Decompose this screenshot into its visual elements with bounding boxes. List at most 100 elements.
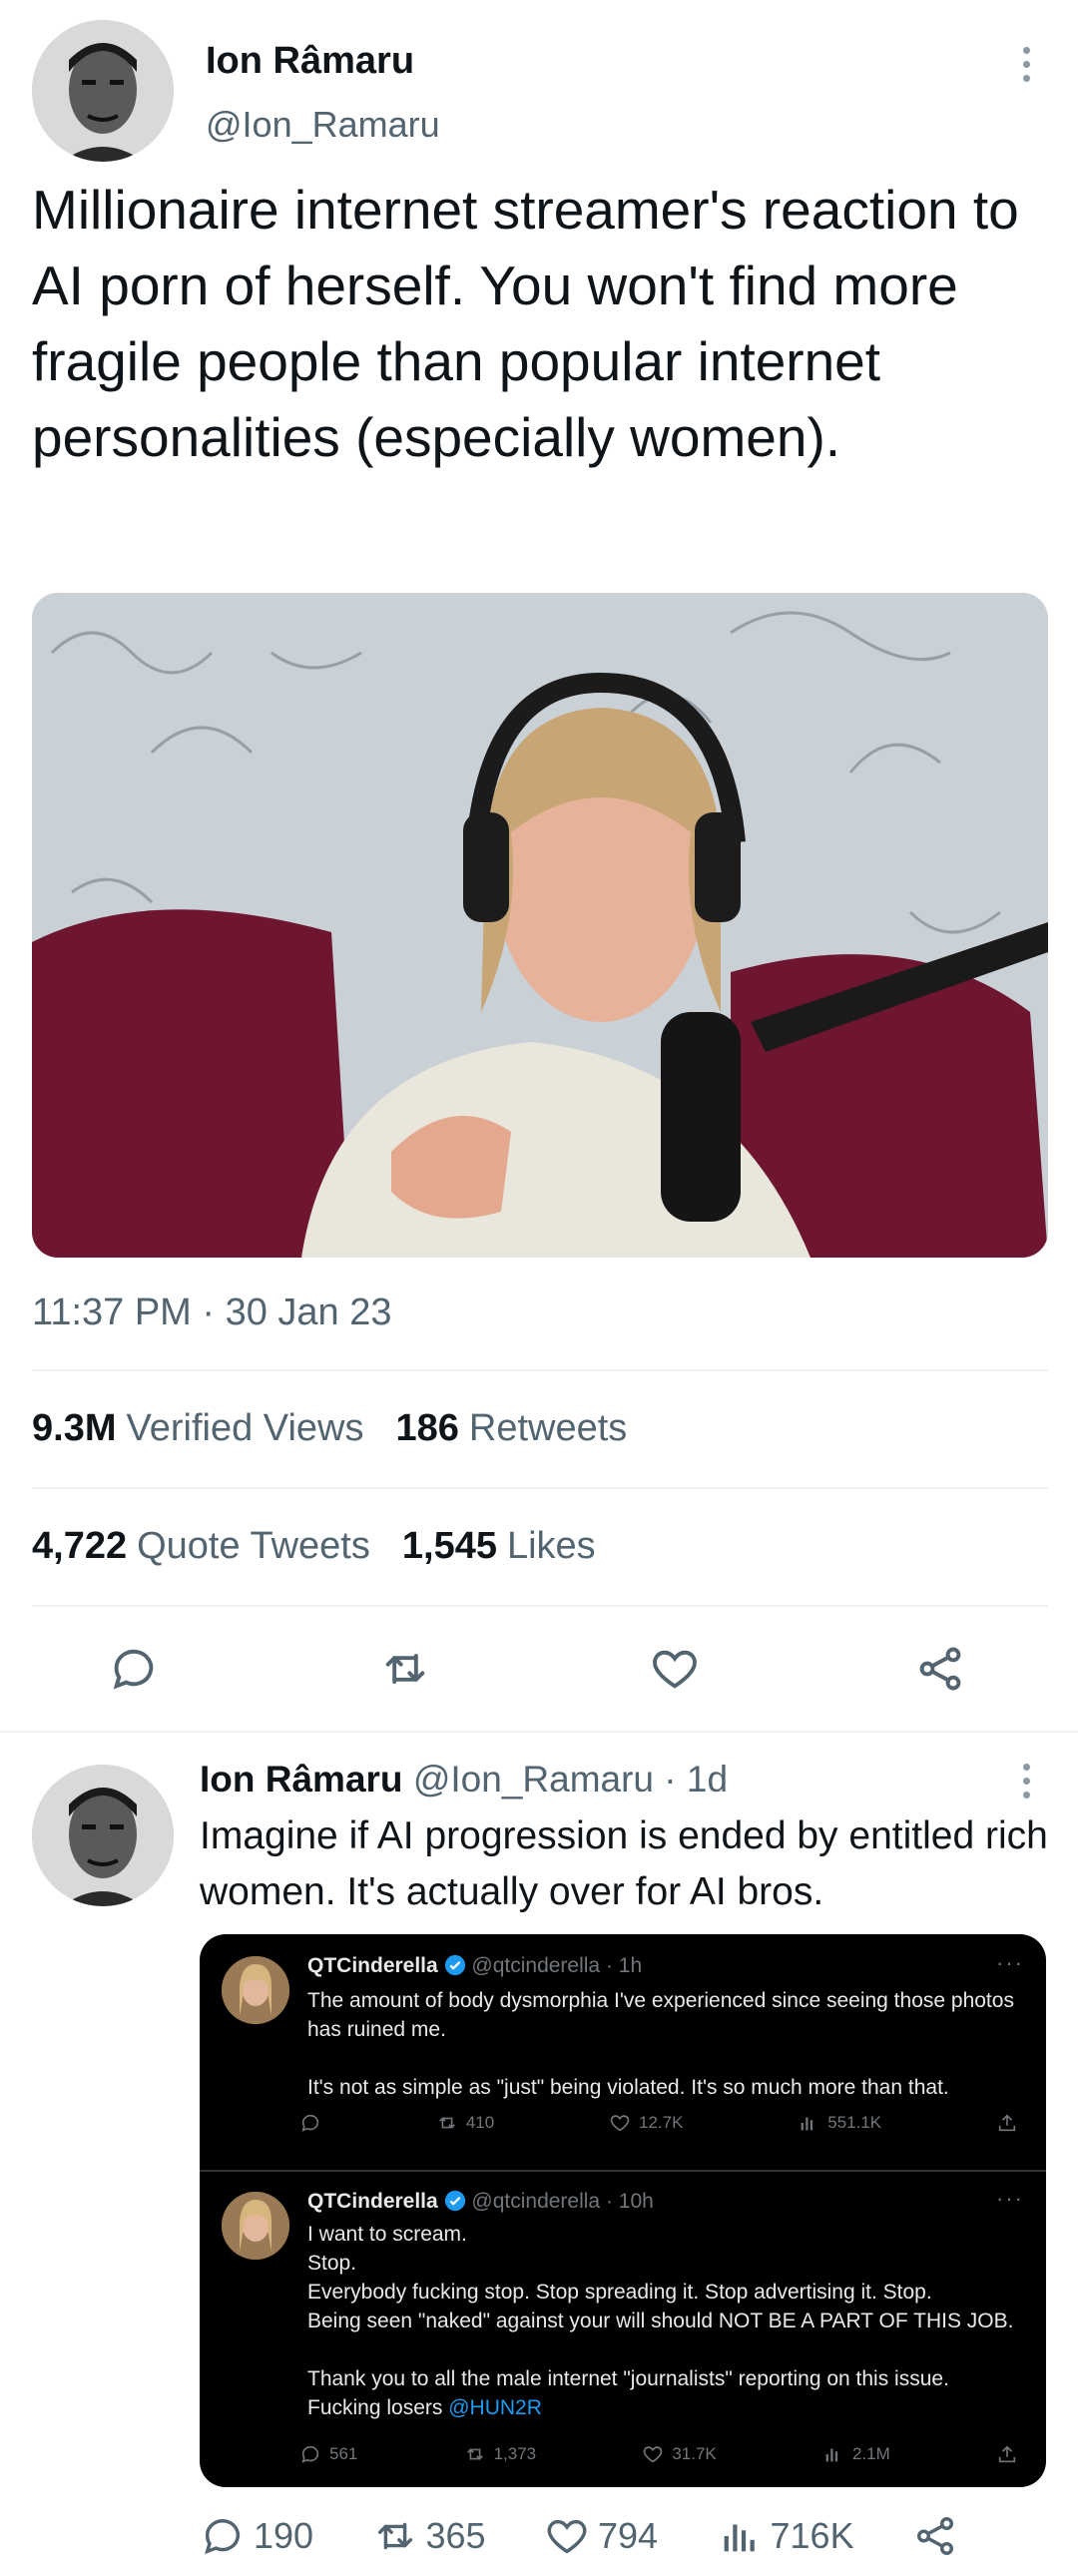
reply-author-avatar[interactable] [32,1765,174,1906]
verified-badge-icon [444,1954,465,1976]
reply-share[interactable] [912,2513,958,2559]
embedded-share [996,2112,1018,2134]
embedded-name: QTCinderella [307,2190,438,2213]
share-icon[interactable] [910,1639,970,1699]
author-name[interactable]: Ion Râmaru [206,40,414,83]
likes-count: 1,545 [401,1525,497,1567]
tweet-media-image[interactable] [32,593,1048,1258]
embedded-views: 551.1K [798,2112,881,2134]
retweet-icon[interactable] [375,1639,435,1699]
views-icon [724,2524,755,2552]
embedded-tweet: QTCinderella @qtcinderella · 1h ··· The … [200,1934,1046,2170]
embedded-views: 2.1M [822,2443,890,2465]
divider [32,1605,1048,1607]
reply-retweets-count: 365 [425,2515,486,2556]
reply-time[interactable]: · 1d [664,1759,728,1800]
reply-likes[interactable]: 794 [544,2513,658,2559]
embedded-avatar [222,1956,289,2024]
embedded-mention: @HUN2R [448,2396,542,2419]
embedded-actions: 410 12.7K 551.1K [299,2112,1018,2134]
reply-author-handle[interactable]: @Ion_Ramaru [413,1759,654,1800]
more-options-icon[interactable] [1006,34,1046,94]
retweet-icon [377,2522,412,2550]
retweets-stat[interactable]: 186 Retweets [395,1407,627,1450]
reply-icon[interactable] [104,1639,164,1699]
embedded-retweets: 1,373 [464,2443,537,2465]
reply-icon [205,2519,241,2555]
reply-text: Imagine if AI progression is ended by en… [200,1814,1048,1913]
embedded-likes-count: 12.7K [639,2113,684,2132]
embedded-text: The amount of body dysmorphia I've exper… [307,1989,1014,2099]
embedded-retweets: 410 [436,2112,494,2134]
views-label: Verified Views [126,1407,364,1449]
embedded-header: QTCinderella @qtcinderella · 10h [307,2190,654,2214]
views-stat[interactable]: 9.3M Verified Views [32,1407,363,1450]
divider [32,1369,1048,1371]
embedded-more-icon: ··· [996,1950,1024,1975]
reply-views-count: 716K [770,2515,854,2556]
tweet-timestamp[interactable]: 11:37 PM · 30 Jan 23 [32,1291,392,1334]
views-icon [825,2448,838,2462]
embedded-tweet: QTCinderella @qtcinderella · 10h ··· I w… [200,2172,1046,2487]
like-icon[interactable] [645,1639,705,1699]
divider [0,1731,1078,1733]
reply-author-name[interactable]: Ion Râmaru [200,1759,403,1800]
embedded-avatar [222,2192,289,2260]
embedded-screenshot[interactable]: QTCinderella @qtcinderella · 1h ··· The … [200,1934,1046,2487]
embedded-reply: 561 [299,2443,357,2465]
stats-row-1: 9.3M Verified Views 186 Retweets [32,1407,627,1450]
reply-retweets[interactable]: 365 [372,2513,486,2559]
embedded-handle: @qtcinderella [471,1954,601,1977]
embedded-reply [299,2112,321,2134]
like-icon [547,2519,587,2554]
embedded-retweets-count: 410 [465,2113,495,2132]
retweet-icon [466,2448,483,2460]
embedded-share [996,2443,1018,2465]
quote-tweets-label: Quote Tweets [137,1525,370,1567]
reply-replies-count: 190 [254,2515,314,2556]
reply-replies[interactable]: 190 [200,2513,313,2559]
views-count: 9.3M [32,1407,117,1449]
embedded-more-icon: ··· [996,2186,1024,2211]
likes-stat[interactable]: 1,545 Likes [402,1525,596,1568]
embedded-time: · 1h [605,1954,643,1977]
retweet-icon [438,2117,455,2129]
embedded-actions: 561 1,373 31.7K 2.1M [299,2443,1018,2465]
reply-icon [301,2114,319,2132]
share-upload-icon [998,2445,1016,2463]
embedded-handle: @qtcinderella [471,2190,601,2213]
likes-label: Likes [506,1525,596,1567]
retweets-count: 186 [395,1407,459,1449]
author-handle[interactable]: @Ion_Ramaru [206,104,440,146]
author-avatar[interactable] [32,20,174,162]
tweet-text: Millionaire internet streamer's reaction… [32,179,1019,468]
reply-header: Ion Râmaru @Ion_Ramaru · 1d [200,1759,728,1801]
embedded-likes: 12.7K [609,2112,683,2134]
quote-tweets-stat[interactable]: 4,722 Quote Tweets [32,1525,370,1568]
reply-action-bar: 190 365 794 716K [200,2513,958,2559]
embedded-likes: 31.7K [642,2443,717,2465]
verified-badge-icon [444,2190,465,2212]
embedded-views-count: 551.1K [827,2113,882,2132]
share-upload-icon [998,2114,1016,2132]
embedded-header: QTCinderella @qtcinderella · 1h [307,1954,642,1978]
like-icon [610,2115,630,2132]
reply-views[interactable]: 716K [717,2513,854,2559]
views-icon [801,2117,813,2131]
divider [32,1487,1048,1489]
embedded-text: I want to scream. Stop. Everybody fuckin… [307,2220,1026,2422]
reply-icon [301,2445,319,2463]
embedded-likes-count: 31.7K [672,2444,717,2463]
reply-more-options-icon[interactable] [1006,1751,1046,1810]
like-icon [644,2446,663,2463]
embedded-views-count: 2.1M [851,2444,890,2463]
retweets-label: Retweets [468,1407,628,1449]
quote-tweets-count: 4,722 [32,1525,128,1567]
stats-row-2: 4,722 Quote Tweets 1,545 Likes [32,1525,596,1568]
embedded-name: QTCinderella [307,1954,438,1977]
embedded-text-body: I want to scream. Stop. Everybody fuckin… [307,2223,1014,2419]
share-icon [916,2517,954,2555]
embedded-replies-count: 561 [329,2444,358,2463]
embedded-time: · 10h [605,2190,654,2213]
embedded-retweets-count: 1,373 [493,2444,537,2463]
